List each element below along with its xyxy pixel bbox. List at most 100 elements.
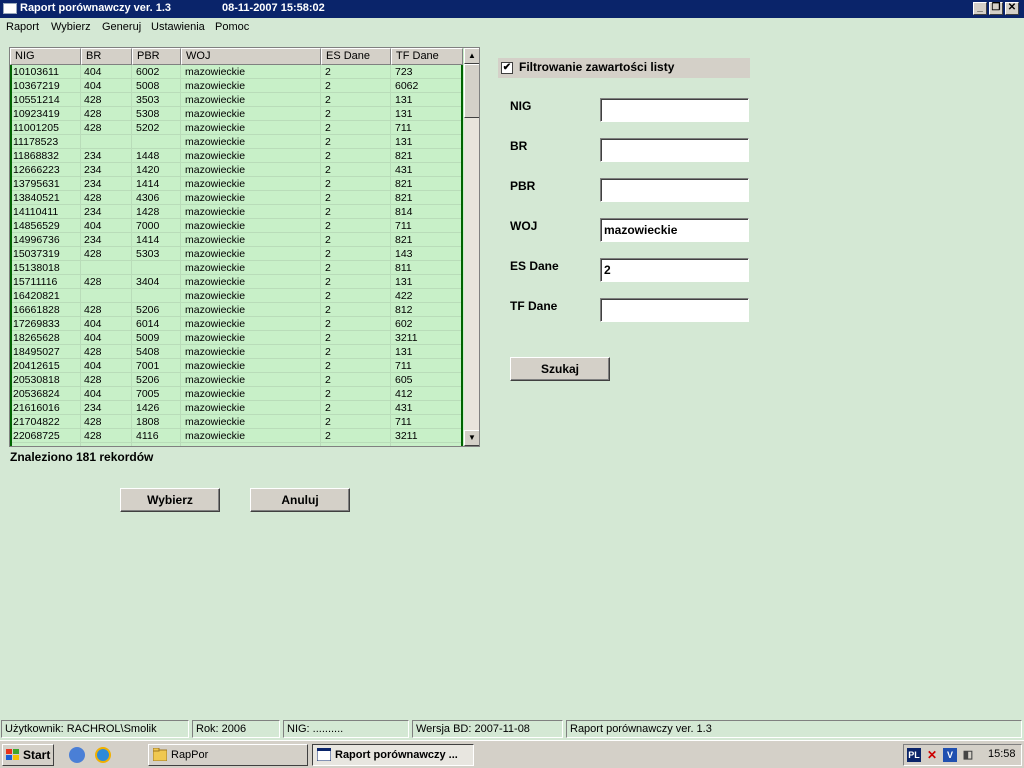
close-button[interactable]: ✕ [1005, 2, 1019, 15]
table-cell-nig: 16661828 [13, 304, 60, 316]
table-row[interactable]: 11001205 428 5202 mazowieckie 2 711 [10, 121, 463, 135]
table-cell-es-dane: 2 [325, 318, 331, 330]
table-row[interactable]: 16661828 428 5206 mazowieckie 2 812 [10, 303, 463, 317]
nig-input[interactable] [600, 98, 749, 122]
taskbar-item-raport[interactable]: Raport porównawczy ... [312, 744, 474, 766]
table-cell-pbr: 1414 [136, 234, 160, 246]
cancel-button[interactable]: Anuluj [250, 488, 350, 512]
taskbar-item-rappor[interactable]: RapPor [148, 744, 308, 766]
table-row[interactable]: 14996736 234 1414 mazowieckie 2 821 [10, 233, 463, 247]
table-cell-es-dane: 2 [325, 94, 331, 106]
table-row[interactable]: 15711116 428 3404 mazowieckie 2 131 [10, 275, 463, 289]
table-row[interactable]: 22068725 428 4116 mazowieckie 2 3211 [10, 429, 463, 443]
table-cell-pbr: 4116 [136, 430, 159, 442]
table-row[interactable]: 18495027 428 5408 mazowieckie 2 131 [10, 345, 463, 359]
filter-checkbox-label[interactable]: Filtrowanie zawartości listy [519, 60, 674, 74]
network-icon[interactable]: ✕ [925, 748, 939, 762]
menu-generuj[interactable]: Generuj [102, 21, 141, 33]
table-row[interactable]: 13795631 234 1414 mazowieckie 2 821 [10, 177, 463, 191]
table-row[interactable]: 21704822 428 1808 mazowieckie 2 711 [10, 415, 463, 429]
table-row[interactable]: 14110411 234 1428 mazowieckie 2 814 [10, 205, 463, 219]
restore-button[interactable]: ❐ [989, 2, 1003, 15]
internet-explorer-icon[interactable] [95, 747, 111, 763]
table-cell-br: 428 [84, 430, 102, 442]
table-cell-es-dane: 2 [325, 80, 331, 92]
scroll-down-icon[interactable]: ▼ [464, 430, 479, 446]
column-header-es-dane[interactable]: ES Dane [321, 48, 391, 65]
pbr-input[interactable] [600, 178, 749, 202]
table-row[interactable]: 20530818 428 5206 mazowieckie 2 605 [10, 373, 463, 387]
table-row[interactable]: 20536824 404 7005 mazowieckie 2 412 [10, 387, 463, 401]
table-row[interactable]: 16420821 mazowieckie 2 422 [10, 289, 463, 303]
table-cell-nig: 15138018 [13, 262, 60, 274]
status-user: Użytkownik: RACHROL\Smolik [1, 720, 189, 738]
records-grid[interactable]: NIG BR PBR WOJ ES Dane TF Dane 10103611 4… [9, 47, 480, 447]
column-header-woj[interactable]: WOJ [181, 48, 321, 65]
table-cell-es-dane: 2 [325, 150, 331, 162]
tf-dane-label: TF Dane [510, 299, 558, 313]
taskbar-item-label: Raport porównawczy ... [335, 749, 458, 761]
menu-wybierz[interactable]: Wybierz [51, 21, 91, 33]
filter-checkbox[interactable]: ✔ [501, 62, 513, 74]
table-row[interactable]: 11868832 234 1448 mazowieckie 2 821 [10, 149, 463, 163]
menu-pomoc[interactable]: Pomoc [215, 21, 249, 33]
table-row[interactable]: 10103611 404 6002 mazowieckie 2 723 [10, 65, 463, 79]
column-header-pbr[interactable]: PBR [132, 48, 181, 65]
table-row[interactable]: 12666223 234 1420 mazowieckie 2 431 [10, 163, 463, 177]
nig-label: NIG [510, 99, 532, 113]
table-row[interactable]: 20412615 404 7001 mazowieckie 2 711 [10, 359, 463, 373]
search-button[interactable]: Szukaj [510, 357, 610, 381]
table-row[interactable]: 10923419 428 5308 mazowieckie 2 131 [10, 107, 463, 121]
start-button[interactable]: Start [2, 744, 54, 766]
table-cell-es-dane: 2 [325, 430, 331, 442]
table-cell-pbr: 3404 [136, 276, 160, 288]
table-cell-es-dane: 2 [325, 290, 331, 302]
table-cell-pbr: 5009 [136, 332, 160, 344]
table-cell-br: 404 [84, 332, 102, 344]
select-button[interactable]: Wybierz [120, 488, 220, 512]
es-dane-input[interactable] [600, 258, 749, 282]
table-cell-nig: 20412615 [13, 360, 60, 372]
table-cell-pbr: 1428 [136, 206, 160, 218]
pbr-label: PBR [510, 179, 536, 193]
table-row[interactable]: 21616016 234 1426 mazowieckie 2 431 [10, 401, 463, 415]
table-row[interactable]: 10367219 404 5008 mazowieckie 2 6062 [10, 79, 463, 93]
language-indicator[interactable]: PL [907, 748, 921, 762]
table-cell-pbr: 5206 [136, 374, 160, 386]
scroll-up-icon[interactable]: ▲ [464, 48, 479, 64]
show-desktop-icon[interactable] [69, 747, 85, 763]
table-row[interactable]: 18265628 404 5009 mazowieckie 2 3211 [10, 331, 463, 345]
grid-header: NIG BR PBR WOJ ES Dane TF Dane [10, 48, 463, 65]
vertical-scrollbar[interactable]: ▲ ▼ [464, 48, 479, 446]
table-cell-nig: 15711116 [13, 276, 58, 288]
minimize-button[interactable]: _ [973, 2, 987, 15]
menu-bar: Raport Wybierz Generuj Ustawienia Pomoc [0, 18, 1024, 38]
table-cell-nig: 20536824 [13, 388, 60, 400]
column-header-nig[interactable]: NIG [10, 48, 81, 65]
column-header-tf-dane[interactable]: TF Dane [391, 48, 463, 65]
table-cell-woj: mazowieckie [185, 276, 246, 288]
table-row[interactable]: 14856529 404 7000 mazowieckie 2 711 [10, 219, 463, 233]
table-row[interactable]: 15138018 mazowieckie 2 811 [10, 261, 463, 275]
table-row[interactable]: 15037319 428 5303 mazowieckie 2 143 [10, 247, 463, 261]
scroll-thumb[interactable] [464, 64, 479, 118]
table-cell-br: 428 [84, 94, 102, 106]
table-cell-es-dane: 2 [325, 360, 331, 372]
tf-dane-input[interactable] [600, 298, 749, 322]
table-cell-pbr: 5206 [136, 304, 160, 316]
table-row[interactable]: 10551214 428 3503 mazowieckie 2 131 [10, 93, 463, 107]
table-cell-nig: 18265628 [13, 332, 60, 344]
table-row[interactable]: 17269833 404 6014 mazowieckie 2 602 [10, 317, 463, 331]
table-cell-woj: mazowieckie [185, 94, 246, 106]
menu-ustawienia[interactable]: Ustawienia [151, 21, 205, 33]
shield-icon[interactable]: V [943, 748, 957, 762]
table-row[interactable]: 13840521 428 4306 mazowieckie 2 821 [10, 191, 463, 205]
table-cell-nig: 21704822 [13, 416, 60, 428]
table-row[interactable]: 11178523 mazowieckie 2 131 [10, 135, 463, 149]
menu-raport[interactable]: Raport [6, 21, 39, 33]
column-header-br[interactable]: BR [81, 48, 132, 65]
taskbar: Start RapPor Raport porównawczy ... PL ✕… [0, 740, 1024, 768]
woj-input[interactable] [600, 218, 749, 242]
br-input[interactable] [600, 138, 749, 162]
volume-icon[interactable]: ◧ [961, 748, 975, 762]
